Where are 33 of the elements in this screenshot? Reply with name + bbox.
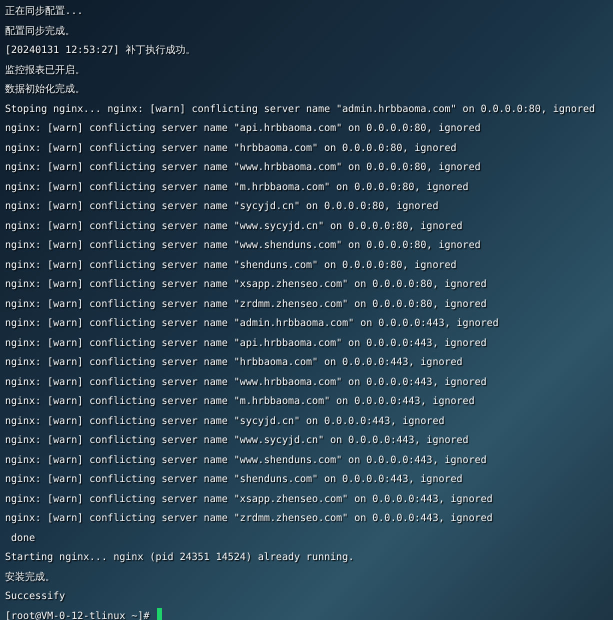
terminal-output-line: nginx: [warn] conflicting server name "zrdmm.zhenseo.com" on 0.0.0.0:80, ignored — [5, 298, 487, 312]
terminal-output-line: 安装完成。 — [5, 570, 55, 584]
terminal-output-line: nginx: [warn] conflicting server name "m.hrbbaoma.com" on 0.0.0.0:443, ignored — [5, 395, 475, 409]
terminal-output-line: nginx: [warn] conflicting server name "www.sycyjd.cn" on 0.0.0.0:80, ignored — [5, 220, 463, 234]
terminal-output-line: nginx: [warn] conflicting server name "m.hrbbaoma.com" on 0.0.0.0:80, ignored — [5, 180, 469, 194]
terminal-output-line: nginx: [warn] conflicting server name "www.hrbbaoma.com" on 0.0.0.0:80, ignored — [5, 161, 481, 175]
terminal-output-line: done — [10, 532, 36, 546]
terminal-output-line: 监控报表已开启。 — [5, 64, 85, 78]
text-cursor-icon — [156, 608, 162, 620]
terminal-output-line: nginx: [warn] conflicting server name "api.hrbbaoma.com" on 0.0.0.0:443, ignored — [5, 336, 487, 350]
terminal-output-line: nginx: [warn] conflicting server name "shenduns.com" on 0.0.0.0:80, ignored — [5, 258, 457, 272]
terminal-output-line: Starting nginx... nginx (pid 24351 14524) already running. — [5, 551, 354, 565]
terminal-output-line: nginx: [warn] conflicting server name "sycyjd.cn" on 0.0.0.0:80, ignored — [5, 200, 438, 214]
terminal-output-line: nginx: [warn] conflicting server name "api.hrbbaoma.com" on 0.0.0.0:80, ignored — [5, 122, 481, 136]
shell-prompt: [root@VM-0-12-tlinux ~]# — [5, 610, 150, 620]
terminal-output-line: nginx: [warn] conflicting server name "shenduns.com" on 0.0.0.0:443, ignored — [5, 473, 463, 487]
terminal-output-line: nginx: [warn] conflicting server name "www.shenduns.com" on 0.0.0.0:80, ignored — [5, 239, 481, 253]
terminal-output-line: nginx: [warn] conflicting server name "hrbbaoma.com" on 0.0.0.0:80, ignored — [5, 142, 457, 156]
terminal-output-line: nginx: [warn] conflicting server name "www.hrbbaoma.com" on 0.0.0.0:443, ignored — [5, 376, 487, 390]
terminal-output-line: nginx: [warn] conflicting server name "admin.hrbbaoma.com" on 0.0.0.0:443, ignored — [5, 317, 499, 331]
terminal-output-line: nginx: [warn] conflicting server name "xsapp.zhenseo.com" on 0.0.0.0:80, ignored — [5, 278, 487, 292]
terminal-output-line: Successify — [5, 590, 66, 604]
terminal-output-line: 配置同步完成。 — [5, 24, 75, 38]
terminal-output-line: Stoping nginx... nginx: [warn] conflicting server name "admin.hrbbaoma.com" on 0.0.0.0:80, ignored — [5, 102, 596, 116]
terminal-output-line: 数据初始化完成。 — [5, 82, 85, 97]
terminal-output-line: nginx: [warn] conflicting server name "hrbbaoma.com" on 0.0.0.0:443, ignored — [5, 356, 463, 370]
terminal-output-line: nginx: [warn] conflicting server name "sycyjd.cn" on 0.0.0.0:443, ignored — [5, 414, 444, 428]
terminal-output-line: nginx: [warn] conflicting server name "zrdmm.zhenseo.com" on 0.0.0.0:443, ignored — [5, 512, 493, 526]
terminal-output-line: nginx: [warn] conflicting server name "xsapp.zhenseo.com" on 0.0.0.0:443, ignored — [5, 492, 493, 506]
terminal-output-line: nginx: [warn] conflicting server name "www.shenduns.com" on 0.0.0.0:443, ignored — [5, 454, 487, 468]
terminal-output-line: nginx: [warn] conflicting server name "www.sycyjd.cn" on 0.0.0.0:443, ignored — [5, 434, 469, 448]
terminal-output-line: 正在同步配置... — [5, 4, 84, 19]
terminal-output-line: [20240131 12:53:27] 补丁执行成功。 — [5, 44, 196, 58]
